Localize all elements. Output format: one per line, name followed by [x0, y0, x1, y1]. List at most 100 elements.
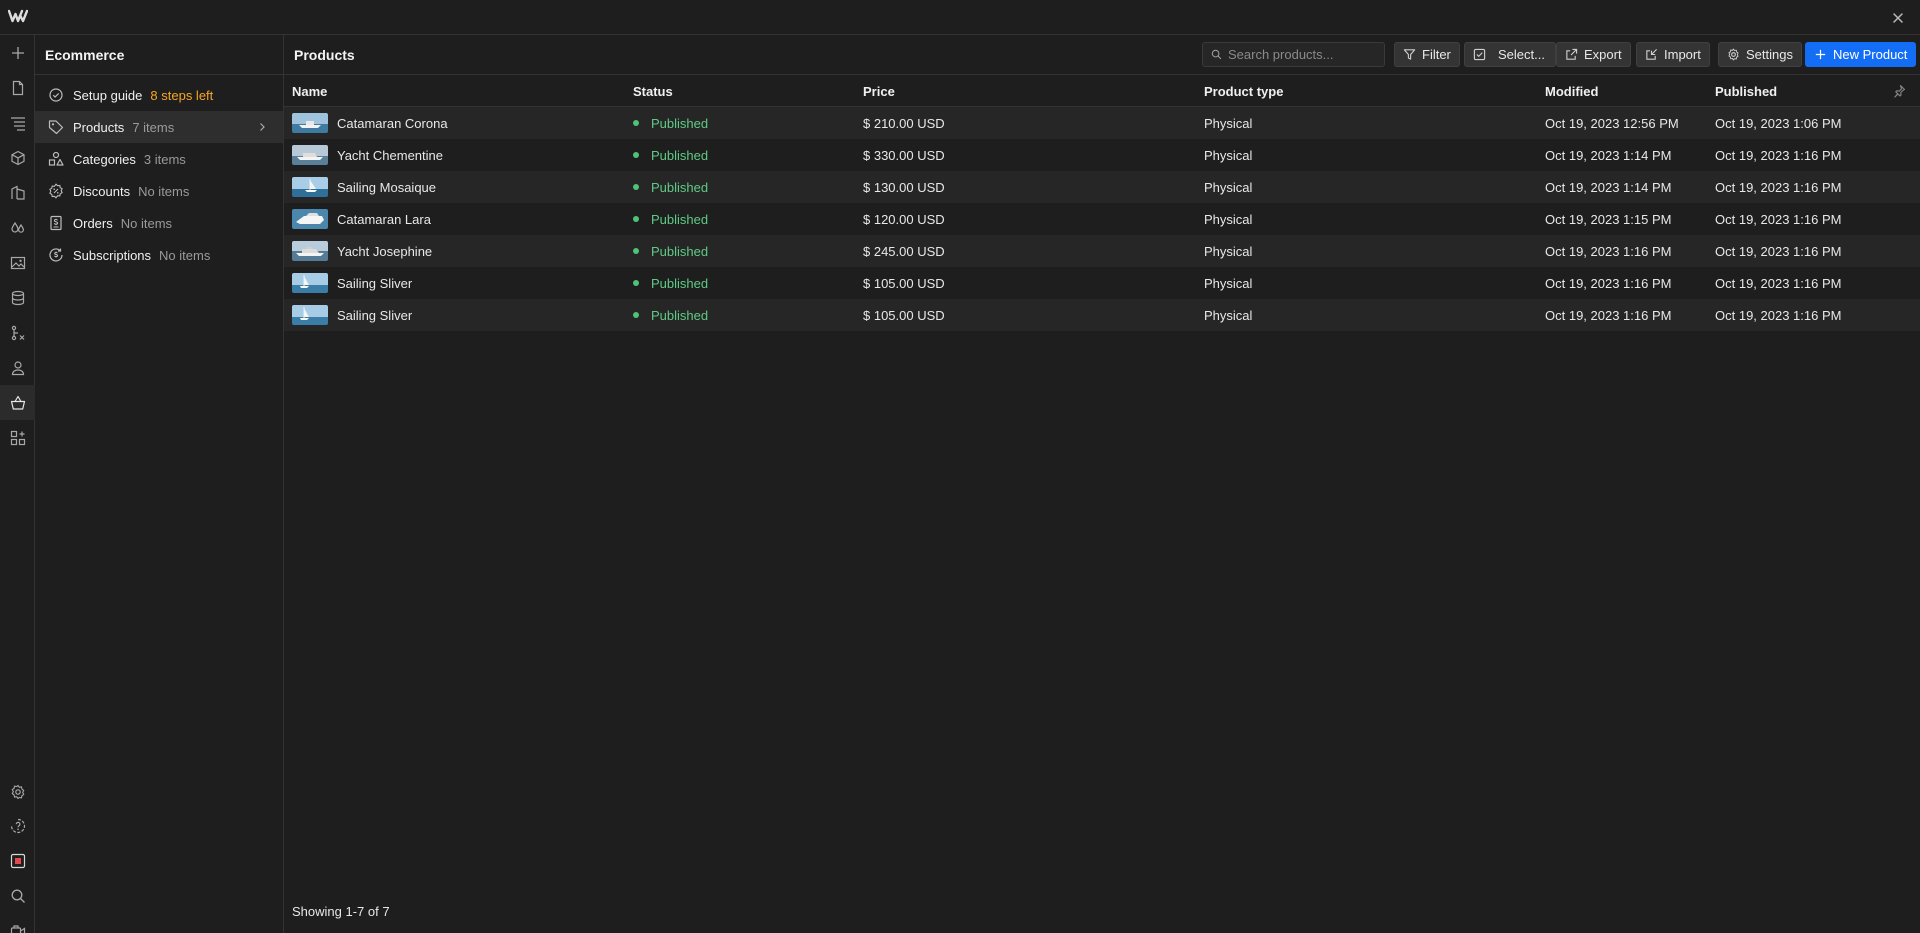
sidebar-item-label: Discounts	[73, 183, 131, 199]
product-name[interactable]: Sailing Mosaique	[337, 180, 436, 195]
components-icon[interactable]	[0, 140, 35, 175]
product-modified: Oct 19, 2023 12:56 PM	[1545, 116, 1679, 131]
status-label: Published	[651, 244, 709, 259]
products-header: Products Filter Select... Export Import …	[284, 35, 1920, 75]
cms-database-icon[interactable]	[0, 280, 35, 315]
product-price: $ 105.00 USD	[863, 276, 945, 291]
subscriptions-icon	[48, 247, 64, 263]
status-dot	[633, 312, 639, 318]
filter-button[interactable]: Filter	[1394, 42, 1460, 67]
status-badge: Published	[633, 148, 708, 163]
product-price: $ 245.00 USD	[863, 244, 945, 259]
product-name[interactable]: Sailing Sliver	[337, 308, 412, 323]
status-dot	[633, 120, 639, 126]
select-button[interactable]: Select...	[1464, 42, 1556, 67]
table-row[interactable]: Yacht Josephine Published $ 245.00 USD P…	[284, 235, 1920, 267]
product-thumbnail	[292, 113, 328, 133]
product-name[interactable]: Yacht Chementine	[337, 148, 443, 163]
products-panel: Products Filter Select... Export Import …	[284, 35, 1920, 933]
product-type: Physical	[1204, 244, 1253, 259]
close-icon[interactable]	[1890, 10, 1906, 26]
table-row[interactable]: Catamaran Corona Published $ 210.00 USD …	[284, 107, 1920, 139]
sidebar-item-categories[interactable]: Categories 3 items	[35, 143, 283, 175]
table-row[interactable]: Sailing Mosaique Published $ 130.00 USD …	[284, 171, 1920, 203]
product-modified: Oct 19, 2023 1:15 PM	[1545, 212, 1672, 227]
product-price: $ 330.00 USD	[863, 148, 945, 163]
product-name[interactable]: Yacht Josephine	[337, 244, 432, 259]
settings-button[interactable]: Settings	[1718, 42, 1802, 67]
status-dot	[633, 216, 639, 222]
apps-icon[interactable]	[0, 420, 35, 455]
search-box[interactable]	[1202, 42, 1385, 67]
column-header-status[interactable]: Status	[633, 84, 673, 99]
page-icon[interactable]	[0, 70, 35, 105]
navigator-icon[interactable]	[0, 105, 35, 140]
status-dot	[633, 248, 639, 254]
style-drops-icon[interactable]	[0, 210, 35, 245]
settings-icon	[1727, 48, 1740, 61]
product-type: Physical	[1204, 308, 1253, 323]
pagination-status: Showing 1-7 of 7	[292, 904, 390, 919]
column-header-published[interactable]: Published	[1715, 84, 1777, 99]
logic-flow-icon[interactable]	[0, 315, 35, 350]
library-icon[interactable]	[0, 175, 35, 210]
column-header-name[interactable]: Name	[292, 84, 327, 99]
product-published: Oct 19, 2023 1:16 PM	[1715, 308, 1842, 323]
table-row[interactable]: Sailing Sliver Published $ 105.00 USD Ph…	[284, 299, 1920, 331]
product-published: Oct 19, 2023 1:16 PM	[1715, 180, 1842, 195]
product-thumbnail	[292, 177, 328, 197]
sidebar-item-setup-guide[interactable]: Setup guide 8 steps left	[35, 79, 283, 111]
column-header-price[interactable]: Price	[863, 84, 895, 99]
new-product-button[interactable]: New Product	[1805, 42, 1917, 67]
table-row[interactable]: Sailing Sliver Published $ 105.00 USD Ph…	[284, 267, 1920, 299]
plus-icon	[1814, 48, 1827, 61]
status-label: Published	[651, 116, 709, 131]
sidebar-item-count: No items	[138, 183, 190, 199]
status-badge: Published	[633, 244, 708, 259]
table-row[interactable]: Yacht Chementine Published $ 330.00 USD …	[284, 139, 1920, 171]
help-icon[interactable]	[0, 808, 35, 843]
column-header-product-type[interactable]: Product type	[1204, 84, 1283, 99]
product-published: Oct 19, 2023 1:16 PM	[1715, 244, 1842, 259]
sidebar-item-label: Orders	[73, 215, 113, 231]
product-type: Physical	[1204, 148, 1253, 163]
table-header: Name Status Price Product type Modified …	[284, 75, 1920, 107]
product-thumbnail	[292, 145, 328, 165]
product-type: Physical	[1204, 276, 1253, 291]
product-name[interactable]: Catamaran Corona	[337, 116, 448, 131]
table-row[interactable]: Catamaran Lara Published $ 120.00 USD Ph…	[284, 203, 1920, 235]
product-modified: Oct 19, 2023 1:16 PM	[1545, 308, 1672, 323]
add-icon[interactable]	[0, 35, 35, 70]
sidebar-item-count: No items	[120, 215, 173, 231]
users-icon[interactable]	[0, 350, 35, 385]
product-name[interactable]: Catamaran Lara	[337, 212, 431, 227]
discount-icon	[48, 183, 64, 199]
webflow-logo-icon[interactable]	[8, 9, 28, 25]
product-type: Physical	[1204, 180, 1253, 195]
product-published: Oct 19, 2023 1:06 PM	[1715, 116, 1842, 131]
ecommerce-basket-icon[interactable]	[0, 385, 35, 420]
search-input[interactable]	[1228, 47, 1383, 62]
sidebar-item-subscriptions[interactable]: Subscriptions No items	[35, 239, 283, 271]
status-label: Published	[651, 180, 709, 195]
assets-image-icon[interactable]	[0, 245, 35, 280]
status-label: Published	[651, 276, 709, 291]
import-button[interactable]: Import	[1636, 42, 1710, 67]
product-name[interactable]: Sailing Sliver	[337, 276, 412, 291]
export-button[interactable]: Export	[1556, 42, 1631, 67]
settings-icon[interactable]	[0, 774, 35, 809]
column-header-modified[interactable]: Modified	[1545, 84, 1598, 99]
video-icon[interactable]	[0, 913, 35, 933]
product-modified: Oct 19, 2023 1:14 PM	[1545, 148, 1672, 163]
sidebar-item-products[interactable]: Products 7 items	[35, 111, 283, 143]
search-icon[interactable]	[0, 878, 35, 913]
sidebar-item-discounts[interactable]: Discounts No items	[35, 175, 283, 207]
status-label: Published	[651, 308, 709, 323]
export-icon	[1565, 48, 1578, 61]
categories-icon	[48, 151, 64, 167]
import-button-label: Import	[1664, 47, 1701, 62]
record-icon[interactable]	[0, 843, 35, 878]
status-dot	[633, 280, 639, 286]
sidebar-item-orders[interactable]: Orders No items	[35, 207, 283, 239]
pin-icon[interactable]	[1892, 84, 1906, 98]
